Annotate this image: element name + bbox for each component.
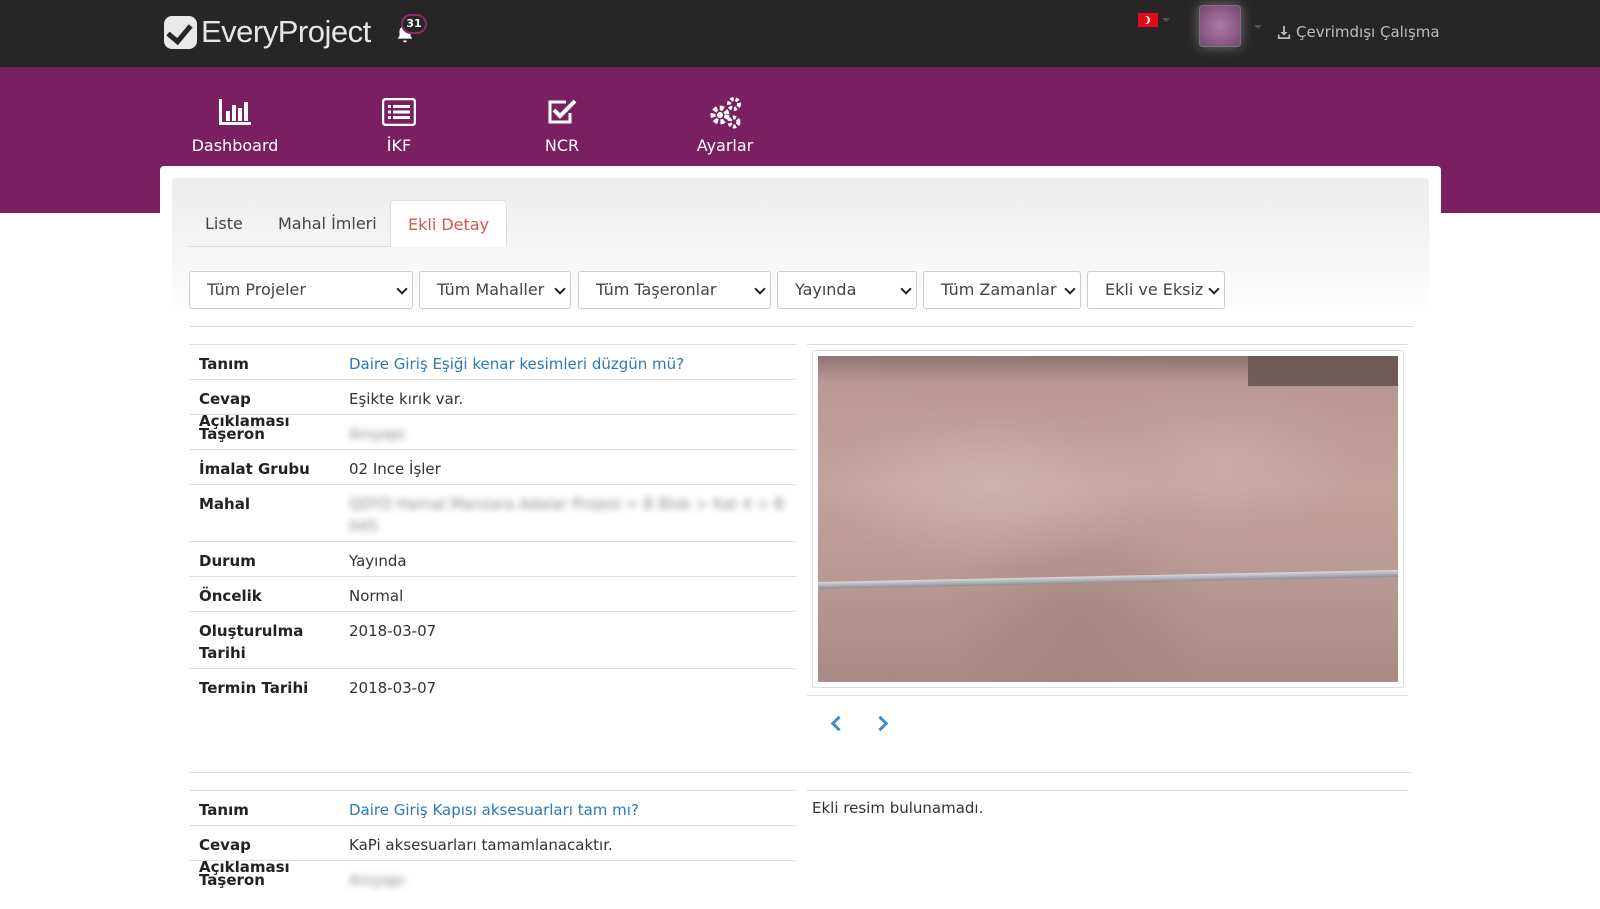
check-logo-icon [164, 15, 197, 49]
record-title-link[interactable]: Daire Giriş Kapısı aksesuarları tam mı? [349, 799, 789, 821]
chevron-down-icon [900, 283, 912, 295]
list-icon [382, 98, 416, 126]
record-1-details: Tanım Daire Giriş Eşiği kenar kesimleri … [189, 344, 796, 703]
detail-row: Mahal QDYD Hamal Manzara Adalar Projesi … [189, 484, 796, 541]
detail-row: Cevap Açıklaması KaPi aksesuarları tamam… [189, 825, 796, 876]
detail-value: 2018-03-07 [349, 622, 437, 640]
section-divider [189, 326, 1413, 327]
nav-settings-label: Ayarlar [696, 136, 754, 155]
attachment-filter-select[interactable]: Ekli ve Eksiz [1087, 271, 1225, 309]
detail-row: Tanım Daire Giriş Kapısı aksesuarları ta… [189, 790, 796, 825]
tab-ekli-detay[interactable]: Ekli Detay [390, 200, 508, 247]
detail-row: Tanım Daire Giriş Eşiği kenar kesimleri … [189, 344, 796, 379]
chevron-down-icon [554, 283, 566, 295]
image-divider [807, 344, 1408, 345]
record-separator [189, 772, 1413, 773]
chevron-down-icon [396, 283, 408, 295]
time-filter-value: Tüm Zamanlar [941, 280, 1057, 299]
image-divider [807, 695, 1408, 696]
chevron-down-icon [1162, 18, 1170, 22]
detail-value: QDYD Hamal Manzara Adalar Projesi > B Bl… [349, 495, 785, 535]
attachment-filter-value: Ekli ve Eksiz [1105, 280, 1204, 299]
detail-label: Durum [199, 552, 256, 570]
detail-value: 2018-03-07 [349, 679, 437, 697]
tab-mahal-imleri[interactable]: Mahal İmleri [261, 200, 394, 247]
no-image-message: Ekli resim bulunamadı. [812, 799, 984, 817]
detail-row: Öncelik Normal [189, 576, 796, 611]
nav-settings[interactable]: Ayarlar [660, 94, 790, 155]
chevron-down-icon [1208, 283, 1220, 295]
bar-chart-icon [219, 99, 251, 125]
detail-value: Normal [349, 587, 404, 605]
detail-label: Taşeron [199, 425, 265, 443]
detail-value: Yayında [349, 552, 407, 570]
record-2-details: Tanım Daire Giriş Kapısı aksesuarları ta… [189, 790, 796, 895]
offline-work-link[interactable]: Çevrimdışı Çalışma [1277, 23, 1440, 41]
tab-liste[interactable]: Liste [188, 200, 260, 247]
avatar[interactable] [1199, 5, 1241, 47]
project-filter-value: Tüm Projeler [207, 280, 306, 299]
detail-value: Anıyapı [349, 425, 405, 443]
chevron-down-icon [1064, 283, 1076, 295]
detail-label: Termin Tarihi [199, 679, 309, 697]
brand-logo[interactable]: EveryProject [164, 14, 371, 50]
brand-name: EveryProject [201, 14, 371, 49]
nav-dashboard[interactable]: Dashboard [170, 94, 300, 155]
marble-threshold-photo [818, 356, 1398, 682]
status-filter-select[interactable]: Yayında [777, 271, 917, 309]
tab-divider [189, 246, 391, 247]
detail-row: Taşeron Anıyapı [189, 860, 796, 895]
location-filter-select[interactable]: Tüm Mahaller [419, 271, 571, 309]
detail-label: Oluşturulma Tarihi [199, 622, 304, 662]
attached-photo[interactable] [812, 350, 1404, 688]
notification-count-badge: 31 [401, 14, 427, 34]
detail-label: Tanım [199, 355, 249, 373]
previous-image-button[interactable] [825, 712, 847, 734]
nav-dashboard-label: Dashboard [191, 136, 279, 155]
time-filter-select[interactable]: Tüm Zamanlar [923, 271, 1081, 309]
detail-label: İmalat Grubu [199, 460, 310, 478]
notifications-button[interactable]: 31 [392, 14, 428, 50]
detail-label: Öncelik [199, 587, 262, 605]
chevron-down-icon [754, 283, 766, 295]
detail-row: Oluşturulma Tarihi 2018-03-07 [189, 611, 796, 668]
chevron-down-icon [1254, 25, 1262, 29]
detail-row: Durum Yayında [189, 541, 796, 576]
check-square-icon [548, 99, 577, 124]
image-divider [807, 790, 1408, 791]
nav-ikf[interactable]: İKF [334, 94, 464, 155]
offline-label: Çevrimdışı Çalışma [1296, 23, 1440, 41]
subcontractor-filter-value: Tüm Taşeronlar [596, 280, 717, 299]
detail-value: 02 Ince İşler [349, 460, 441, 478]
next-image-button[interactable] [871, 712, 893, 734]
detail-value: KaPi aksesuarları tamamlanacaktır. [349, 836, 613, 854]
detail-row: İmalat Grubu 02 Ince İşler [189, 449, 796, 484]
turkish-flag-icon[interactable] [1138, 13, 1158, 27]
detail-row: Taşeron Anıyapı [189, 414, 796, 449]
detail-label: Tanım [199, 801, 249, 819]
subcontractor-filter-select[interactable]: Tüm Taşeronlar [578, 271, 771, 309]
detail-row: Termin Tarihi 2018-03-07 [189, 668, 796, 703]
record-title-link[interactable]: Daire Giriş Eşiği kenar kesimleri düzgün… [349, 353, 789, 375]
detail-row: Cevap Açıklaması Eşikte kırık var. [189, 379, 796, 430]
project-filter-select[interactable]: Tüm Projeler [189, 271, 413, 309]
detail-value: Eşikte kırık var. [349, 390, 464, 408]
detail-value: Anıyapı [349, 871, 405, 889]
tab-bar: Liste Mahal İmleri Ekli Detay [188, 200, 1412, 247]
download-icon [1277, 25, 1291, 39]
photo-texture [818, 356, 1398, 682]
gears-icon [710, 97, 741, 129]
location-filter-value: Tüm Mahaller [437, 280, 545, 299]
nav-ncr-label: NCR [544, 136, 580, 155]
detail-label: Taşeron [199, 871, 265, 889]
status-filter-value: Yayında [795, 280, 857, 299]
nav-ncr[interactable]: NCR [497, 94, 627, 155]
nav-ikf-label: İKF [386, 136, 412, 155]
detail-label: Mahal [199, 495, 250, 513]
